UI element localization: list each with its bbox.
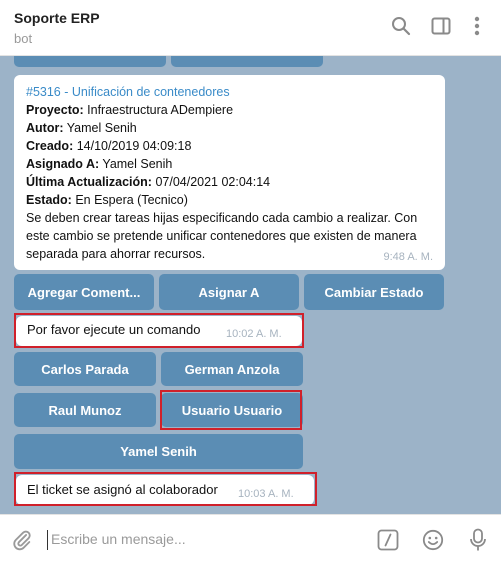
assigned-label: Asignado A:	[26, 157, 100, 171]
status-value: En Espera (Tecnico)	[75, 193, 188, 207]
command-prompt-message: Por favor ejecute un comando 10:02 A. M.	[16, 316, 302, 346]
sidebar-toggle-icon[interactable]	[429, 14, 453, 38]
chat-subtitle: bot	[14, 31, 33, 46]
chat-history[interactable]: #5316 - Unificación de contenedores Proy…	[0, 56, 501, 514]
ticket-assigned-row: Asignado A: Yamel Senih	[26, 155, 433, 173]
microphone-icon[interactable]	[465, 527, 491, 553]
created-label: Creado:	[26, 139, 74, 153]
text-caret	[47, 530, 48, 550]
partial-keyboard-button[interactable]	[14, 56, 166, 67]
ticket-message: #5316 - Unificación de contenedores Proy…	[14, 75, 445, 270]
search-icon[interactable]	[389, 14, 413, 38]
message-input[interactable]	[51, 528, 351, 550]
partial-keyboard-button[interactable]	[171, 56, 323, 67]
bot-command-icon[interactable]	[375, 527, 401, 553]
assign-button[interactable]: Asignar A	[159, 274, 299, 310]
chat-header: Soporte ERP bot	[0, 0, 501, 56]
assigned-value: Yamel Senih	[102, 157, 173, 171]
chat-title[interactable]: Soporte ERP	[14, 10, 100, 26]
message-timestamp: 9:48 A. M.	[383, 251, 433, 263]
updated-value: 07/04/2021 02:04:14	[155, 175, 271, 189]
ticket-project-row: Proyecto: Infraestructura ADempiere	[26, 101, 433, 119]
user-button-carlos-parada[interactable]: Carlos Parada	[14, 352, 156, 386]
message-timestamp: 10:03 A. M.	[238, 488, 294, 500]
user-button-raul-munoz[interactable]: Raul Munoz	[14, 393, 156, 427]
message-composer	[0, 514, 501, 562]
assignment-confirmation-message: El ticket se asignó al colaborador 10:03…	[16, 475, 314, 505]
add-comment-button[interactable]: Agregar Coment...	[14, 274, 154, 310]
ticket-link[interactable]: #5316 - Unificación de contenedores	[26, 83, 433, 101]
author-label: Autor:	[26, 121, 64, 135]
updated-label: Última Actualización:	[26, 175, 152, 189]
ticket-updated-row: Última Actualización: 07/04/2021 02:04:1…	[26, 173, 433, 191]
ticket-created-row: Creado: 14/10/2019 04:09:18	[26, 137, 433, 155]
message-timestamp: 10:02 A. M.	[226, 328, 282, 340]
author-value: Yamel Senih	[66, 121, 137, 135]
ticket-status-row: Estado: En Espera (Tecnico)	[26, 191, 433, 209]
status-label: Estado:	[26, 193, 72, 207]
ticket-author-row: Autor: Yamel Senih	[26, 119, 433, 137]
user-button-usuario-usuario[interactable]: Usuario Usuario	[161, 393, 303, 427]
change-status-button[interactable]: Cambiar Estado	[304, 274, 444, 310]
attach-icon[interactable]	[9, 527, 35, 553]
message-text: El ticket se asignó al colaborador	[27, 482, 218, 497]
project-value: Infraestructura ADempiere	[87, 103, 234, 117]
emoji-icon[interactable]	[420, 527, 446, 553]
more-vertical-icon[interactable]	[465, 14, 489, 38]
project-label: Proyecto:	[26, 103, 84, 117]
user-button-german-anzola[interactable]: German Anzola	[161, 352, 303, 386]
message-text: Por favor ejecute un comando	[27, 322, 201, 337]
user-button-yamel-senih[interactable]: Yamel Senih	[14, 434, 303, 469]
created-value: 14/10/2019 04:09:18	[76, 139, 192, 153]
ticket-description: Se deben crear tareas hijas especificand…	[26, 211, 418, 261]
